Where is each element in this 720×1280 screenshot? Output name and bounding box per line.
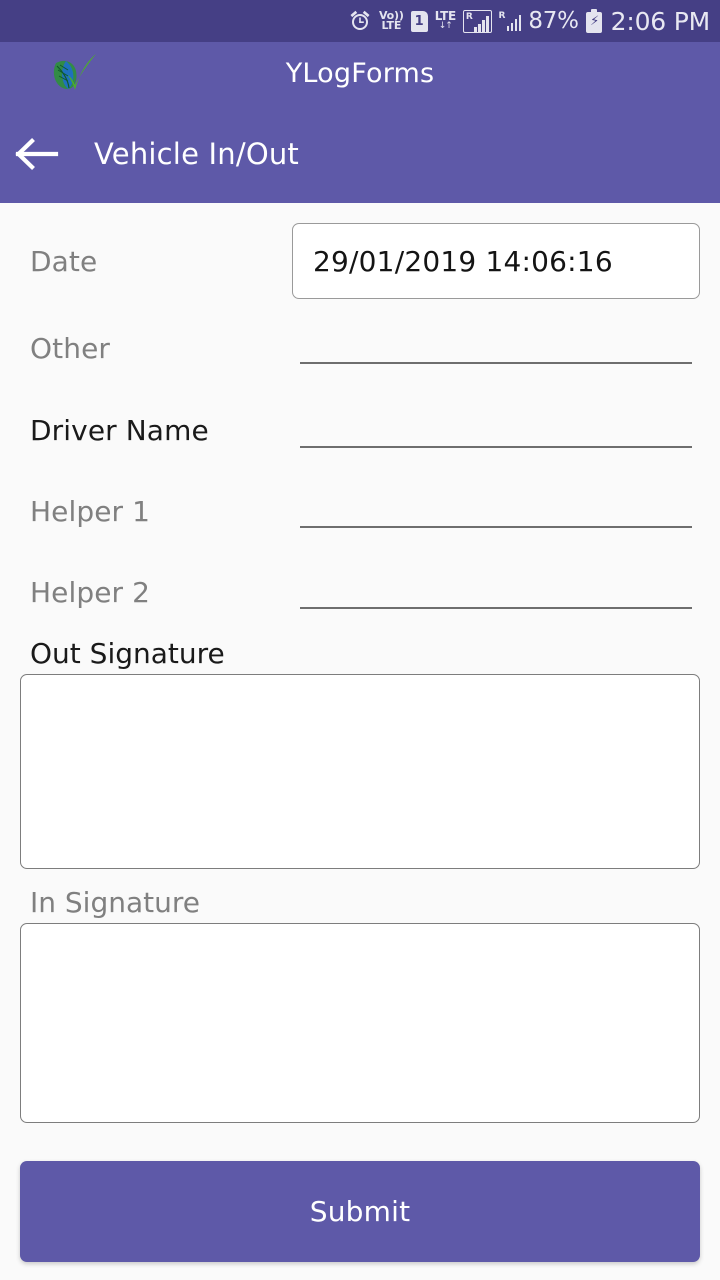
other-input[interactable] bbox=[300, 318, 692, 364]
page-header: Vehicle In/Out bbox=[0, 105, 720, 203]
in-signature-pad[interactable] bbox=[20, 923, 700, 1123]
battery-charging-icon: ⚡ bbox=[585, 9, 602, 33]
volte-line2: LTE bbox=[381, 19, 402, 32]
status-bar-clock: 2:06 PM bbox=[610, 6, 711, 36]
label-date: Date bbox=[30, 244, 98, 278]
helper-1-input[interactable] bbox=[300, 482, 692, 528]
sim-card-icon: 1 bbox=[410, 10, 428, 32]
form-content: Date 29/01/2019 14:06:16 Other Driver Na… bbox=[0, 203, 720, 1280]
out-signature-pad[interactable] bbox=[20, 674, 700, 869]
signal-bars-1 bbox=[473, 15, 489, 32]
app-screen: Vo)) LTE 1 LTE ↓↑ R R 87% ⚡ 2:06 PM YLog… bbox=[0, 0, 720, 1280]
lte-arrows: ↓↑ bbox=[438, 21, 453, 32]
lte-data-icon: LTE ↓↑ bbox=[435, 10, 456, 32]
label-other: Other bbox=[30, 331, 111, 365]
field-row-date: Date 29/01/2019 14:06:16 bbox=[0, 223, 720, 299]
signal-strength-sim1-icon: R bbox=[462, 9, 492, 33]
page-title: Vehicle In/Out bbox=[94, 137, 300, 171]
helper-2-input[interactable] bbox=[300, 563, 692, 609]
signal-bars-2 bbox=[506, 14, 522, 31]
label-driver-name: Driver Name bbox=[30, 413, 209, 447]
label-out-signature: Out Signature bbox=[30, 637, 225, 670]
submit-button[interactable]: Submit bbox=[20, 1161, 700, 1262]
date-input[interactable]: 29/01/2019 14:06:16 bbox=[292, 223, 700, 299]
roaming-label-1: R bbox=[465, 11, 473, 22]
battery-percent-label: 87% bbox=[528, 8, 579, 34]
label-in-signature: In Signature bbox=[30, 886, 200, 919]
driver-name-input[interactable] bbox=[300, 402, 692, 448]
app-bar: YLogForms bbox=[0, 42, 720, 105]
signal-strength-sim2-icon: R bbox=[499, 11, 522, 31]
back-arrow-icon[interactable] bbox=[0, 105, 74, 203]
alarm-clock-icon bbox=[348, 9, 372, 33]
roaming-label-2: R bbox=[498, 11, 506, 21]
label-helper-2: Helper 2 bbox=[30, 575, 151, 609]
volte-icon: Vo)) LTE bbox=[379, 10, 404, 32]
status-bar: Vo)) LTE 1 LTE ↓↑ R R 87% ⚡ 2:06 PM bbox=[0, 0, 720, 42]
label-helper-1: Helper 1 bbox=[30, 494, 151, 528]
app-title: YLogForms bbox=[285, 58, 435, 89]
